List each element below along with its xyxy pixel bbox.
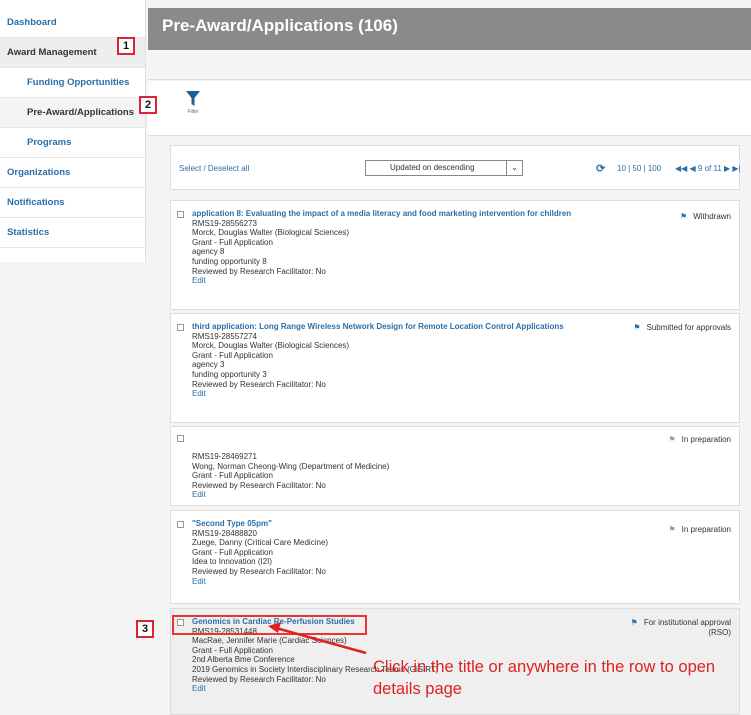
status-text: Withdrawn xyxy=(693,212,731,221)
record-line: Grant - Full Application xyxy=(192,645,273,655)
status-text: In preparation xyxy=(681,525,731,534)
record-line: agency 3 xyxy=(192,360,225,370)
status-badge: ⚑ In preparation xyxy=(668,525,731,535)
record-body: third application: Long Range Wireless N… xyxy=(192,322,564,399)
record-line: Idea to Innovation (I2I) xyxy=(192,557,273,567)
sort-select[interactable]: Updated on descending ⌄ xyxy=(365,160,523,176)
pagination[interactable]: ◀◀ ◀ 9 of 11 ▶ ▶| xyxy=(675,164,741,173)
flag-icon: ⚑ xyxy=(668,435,676,444)
annotation-badge-2: 2 xyxy=(139,96,157,114)
record-line: RMS19-28556273 xyxy=(192,218,257,228)
record-line: Zuege, Danny (Critical Care Medicine) xyxy=(192,538,329,548)
annotation-badge-1: 1 xyxy=(117,37,135,55)
record-line: Grant - Full Application xyxy=(192,471,273,481)
record-title-link[interactable]: third application: Long Range Wireless N… xyxy=(192,322,564,332)
edit-link[interactable]: Edit xyxy=(192,577,328,587)
record-line: MacRae, Jennifer Marie (Cardiac Sciences… xyxy=(192,636,347,646)
status-badge: ⚑ Withdrawn xyxy=(680,212,731,222)
filter-button[interactable]: Filter xyxy=(180,91,206,125)
page-header: Pre-Award/Applications (106) xyxy=(148,8,751,50)
record-line: Grant - Full Application xyxy=(192,237,273,247)
record-title-link[interactable]: application 8: Evaluating the impact of … xyxy=(192,209,571,219)
filter-label: Filter xyxy=(187,109,199,115)
sidebar-spacer xyxy=(0,0,145,8)
table-row[interactable]: application 8: Evaluating the impact of … xyxy=(170,200,740,310)
sidebar-item-pre-award-applications[interactable]: Pre-Award/Applications xyxy=(0,98,145,128)
record-title-link[interactable]: "Second Type 05pm" xyxy=(192,519,328,529)
refresh-icon[interactable]: ⟳ xyxy=(596,162,605,175)
record-line: agency 8 xyxy=(192,247,225,257)
page-size-options[interactable]: 10 | 50 | 100 xyxy=(617,164,661,173)
record-line: funding opportunity 8 xyxy=(192,256,267,266)
record-line: Reviewed by Research Facilitator: No xyxy=(192,480,326,490)
row-checkbox[interactable] xyxy=(177,211,184,218)
status-text: For institutional approval xyxy=(643,618,731,627)
sidebar-item-statistics[interactable]: Statistics xyxy=(0,218,145,248)
record-line: Reviewed by Research Facilitator: No xyxy=(192,266,326,276)
table-row[interactable]: third application: Long Range Wireless N… xyxy=(170,313,740,423)
table-row[interactable]: "Second Type 05pm" RMS19-28488820 Zuege,… xyxy=(170,510,740,604)
sidebar-item-funding-opportunities[interactable]: Funding Opportunities xyxy=(0,68,145,98)
record-line: RMS19-28488820 xyxy=(192,528,257,538)
record-line: Reviewed by Research Facilitator: No xyxy=(192,379,326,389)
sidebar-item-programs[interactable]: Programs xyxy=(0,128,145,158)
record-line: Grant - Full Application xyxy=(192,350,273,360)
status-badge: ⚑ For institutional approval (RSO) xyxy=(631,618,731,638)
record-line: Wong, Norman Cheong-Wing (Department of … xyxy=(192,461,390,471)
sidebar-item-organizations[interactable]: Organizations xyxy=(0,158,145,188)
status-text-secondary: (RSO) xyxy=(708,628,731,637)
record-line: Grant - Full Application xyxy=(192,547,273,557)
record-line: Morck, Douglas Walter (Biological Scienc… xyxy=(192,341,350,351)
edit-link[interactable]: Edit xyxy=(192,276,571,286)
flag-icon: ⚑ xyxy=(630,618,638,627)
record-line: funding opportunity 3 xyxy=(192,369,267,379)
record-line: Morck, Douglas Walter (Biological Scienc… xyxy=(192,228,350,238)
status-text: In preparation xyxy=(681,435,731,444)
edit-link[interactable]: Edit xyxy=(192,490,389,500)
flag-icon: ⚑ xyxy=(633,323,641,332)
annotation-callout-text: Click in the title or anywhere in the ro… xyxy=(373,658,716,698)
flag-icon: ⚑ xyxy=(680,212,688,221)
sidebar-item-notifications[interactable]: Notifications xyxy=(0,188,145,218)
status-badge: ⚑ In preparation xyxy=(668,435,731,445)
row-checkbox[interactable] xyxy=(177,324,184,331)
annotation-highlight-box xyxy=(172,615,367,635)
funnel-icon xyxy=(186,91,200,106)
record-body: "Second Type 05pm" RMS19-28488820 Zuege,… xyxy=(192,519,328,586)
edit-link[interactable]: Edit xyxy=(192,389,564,399)
status-badge: ⚑ Submitted for approvals xyxy=(633,323,731,333)
chevron-down-icon: ⌄ xyxy=(506,161,522,175)
select-deselect-all-link[interactable]: Select / Deselect all xyxy=(179,164,249,173)
table-row[interactable]: RMS19-28469271 Wong, Norman Cheong-Wing … xyxy=(170,426,740,506)
record-line: RMS19-28469271 xyxy=(192,452,257,461)
record-line: RMS19-28557274 xyxy=(192,331,257,341)
sort-select-value: Updated on descending xyxy=(390,163,475,172)
sidebar-item-dashboard[interactable]: Dashboard xyxy=(0,8,145,38)
status-text: Submitted for approvals xyxy=(646,323,732,332)
row-checkbox[interactable] xyxy=(177,521,184,528)
flag-icon: ⚑ xyxy=(668,525,676,534)
filter-bar: Filter xyxy=(148,81,751,136)
record-line: Reviewed by Research Facilitator: No xyxy=(192,566,326,576)
header-band xyxy=(148,50,751,80)
row-checkbox[interactable] xyxy=(177,435,184,442)
list-toolbar: Select / Deselect all Updated on descend… xyxy=(170,145,741,190)
page-title: Pre-Award/Applications (106) xyxy=(162,16,398,35)
record-body: RMS19-28469271 Wong, Norman Cheong-Wing … xyxy=(192,452,389,500)
record-body: application 8: Evaluating the impact of … xyxy=(192,209,571,286)
annotation-badge-3: 3 xyxy=(136,620,154,638)
